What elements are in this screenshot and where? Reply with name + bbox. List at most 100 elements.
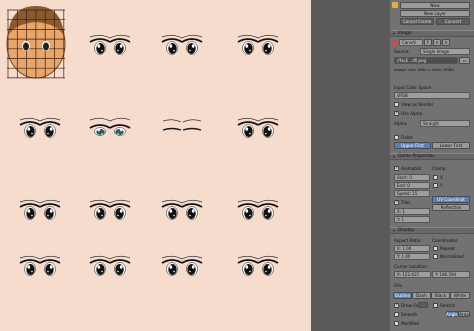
upper-first-button[interactable]: Upper First <box>394 142 431 149</box>
viewport-gutter <box>311 0 390 331</box>
reflection-button[interactable]: Reflection <box>432 204 470 211</box>
eye-sprite <box>257 255 279 276</box>
new-layer-button[interactable]: New Layer <box>400 10 470 17</box>
outline-button[interactable]: Outline <box>393 292 412 299</box>
stretch-label: Stretch <box>440 303 456 308</box>
tiles-label: Tiles <box>401 200 411 205</box>
clamp-x-label: X <box>440 175 443 180</box>
cursor-x-field[interactable]: X: 122.415 <box>394 271 431 278</box>
smooth-checkbox[interactable] <box>394 312 399 317</box>
image-add-button[interactable]: + <box>433 39 441 46</box>
eye-sprite <box>181 199 203 220</box>
white-button[interactable]: White <box>450 292 470 299</box>
convert-button[interactable]: Convert <box>436 18 470 25</box>
uv-coordinates-button[interactable]: UV Coordinat <box>432 196 470 203</box>
source-dropdown[interactable]: Single Image <box>420 48 470 55</box>
clamp-x-checkbox[interactable] <box>433 175 438 180</box>
game-properties-header[interactable]: Game Properties <box>390 153 474 160</box>
tile-x-field[interactable]: X: 1 <box>394 208 430 215</box>
image-canvas[interactable] <box>0 0 311 331</box>
draw-faces-color[interactable] <box>418 302 428 308</box>
color-space-dropdown[interactable]: sRGB <box>394 92 470 99</box>
new-layer-label: New Layer <box>423 11 447 16</box>
tile-y-field[interactable]: Y: 1 <box>394 216 430 223</box>
fields-label: Fields <box>401 135 413 140</box>
source-value: Single Image <box>423 49 450 54</box>
filepath-field[interactable]: //facE...dfi.png <box>394 57 458 64</box>
eye-sprite <box>161 255 183 276</box>
speed-field[interactable]: Speed: 15 <box>394 190 430 197</box>
stretch-checkbox[interactable] <box>433 303 438 308</box>
coordinates-label: Coordinates: <box>432 238 459 243</box>
aspect-x-field[interactable]: X: 1.00 <box>394 245 430 252</box>
upper-first-text: Upper First <box>401 143 424 148</box>
cursor-x-text: X: 122.415 <box>397 272 419 277</box>
eye-sprite <box>109 117 131 136</box>
tiles-checkbox[interactable] <box>394 200 399 205</box>
image-name-field[interactable]: CanvAi <box>399 39 423 46</box>
start-field[interactable]: Start: 0 <box>394 174 430 181</box>
clamp-y-checkbox[interactable] <box>433 183 438 188</box>
end-text: End: 0 <box>397 183 410 188</box>
eye-sprite <box>181 34 203 55</box>
alpha-dropdown[interactable]: Straight <box>420 120 470 127</box>
clamp-label: Clamp: <box>432 166 447 171</box>
aspect-y-field[interactable]: Y: 1.00 <box>394 253 430 260</box>
eye-sprite <box>89 117 111 136</box>
normalized-checkbox[interactable] <box>433 254 438 259</box>
alpha-value: Straight <box>423 121 439 126</box>
dash-button[interactable]: Dash <box>412 292 431 299</box>
convert-label: Convert <box>444 19 462 24</box>
eye-sprite <box>109 199 131 220</box>
eye-sprite <box>89 34 111 55</box>
lower-first-button[interactable]: Lower First <box>432 142 470 149</box>
area-button[interactable]: Area <box>458 311 470 317</box>
view-as-render-checkbox[interactable] <box>394 102 399 107</box>
end-field[interactable]: End: 0 <box>394 182 430 189</box>
eye-sprite <box>237 199 259 220</box>
eye-sprite <box>237 34 259 55</box>
new-button[interactable]: New <box>400 2 470 9</box>
image-user-button[interactable]: F <box>424 39 432 46</box>
draw-faces-checkbox[interactable] <box>394 303 399 308</box>
eye-sprite <box>182 119 202 131</box>
modified-checkbox[interactable] <box>394 321 399 326</box>
repeat-checkbox[interactable] <box>433 246 438 251</box>
eye-sprite <box>161 199 183 220</box>
folder-icon[interactable]: ▭ <box>459 57 470 64</box>
image-close-button[interactable]: ✕ <box>442 39 450 46</box>
modified-label: Modified <box>401 321 419 326</box>
eye-sprite <box>257 34 279 55</box>
source-label: Source: <box>394 49 410 54</box>
eye-sprite <box>161 34 183 55</box>
display-text: Display <box>398 228 415 233</box>
eye-sprite <box>162 119 182 131</box>
clamp-y-label: Y <box>440 183 443 188</box>
head-thumbnail <box>6 6 66 79</box>
display-header[interactable]: Display <box>390 227 474 234</box>
filepath-text: //facE...dfi.png <box>397 58 427 63</box>
color-space-label: Input Color Space: <box>394 85 433 90</box>
image-properties-panel: New New Layer Cancel Frame Convert Image… <box>390 0 474 331</box>
smooth-label: Smooth <box>401 312 418 317</box>
image-section-header[interactable]: Image <box>390 30 474 37</box>
aspect-ratio-label: Aspect Ratio: <box>394 238 422 243</box>
use-alpha-checkbox[interactable] <box>394 111 399 116</box>
color-space-value: sRGB <box>397 93 408 98</box>
alpha-label: Alpha: <box>394 121 408 126</box>
eye-sprite <box>89 199 111 220</box>
cursor-y-field[interactable]: Y: 186.594 <box>432 271 470 278</box>
black-button[interactable]: Black <box>431 292 450 299</box>
angle-button[interactable]: Angle <box>446 311 458 317</box>
brush-icon[interactable] <box>392 2 398 8</box>
cancel-frame-button[interactable]: Cancel Frame <box>400 18 434 25</box>
eye-sprite <box>39 199 61 220</box>
animated-checkbox[interactable] <box>394 166 399 171</box>
eye-sprite <box>19 255 41 276</box>
eye-sprite <box>39 117 61 138</box>
image-datablock-icon[interactable] <box>392 40 397 45</box>
animated-label: Animated <box>401 166 422 171</box>
draw-faces-label: Draw Fa <box>401 303 418 308</box>
fields-checkbox[interactable] <box>394 135 399 140</box>
eye-sprite <box>19 117 41 138</box>
